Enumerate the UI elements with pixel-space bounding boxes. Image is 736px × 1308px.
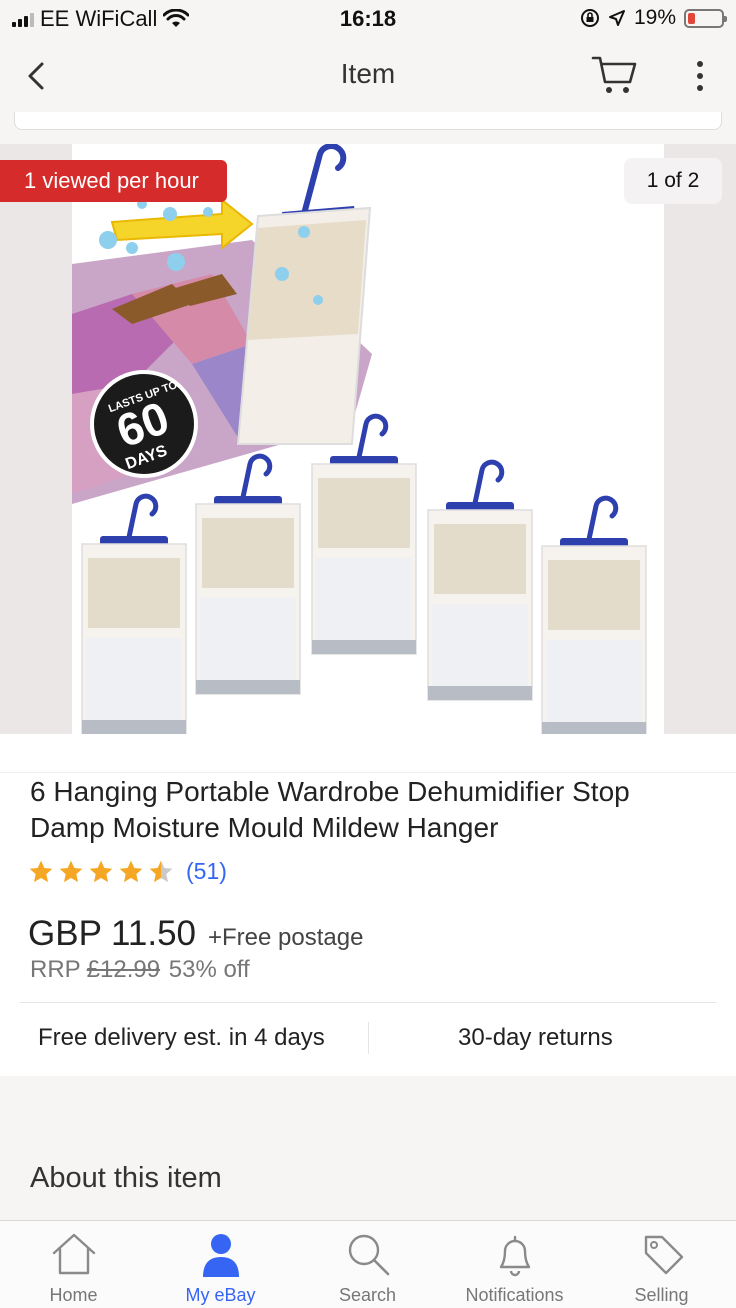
more-vertical-icon xyxy=(697,61,703,91)
rrp-price: £12.99 xyxy=(86,956,161,983)
divider xyxy=(20,1002,716,1003)
tab-my-ebay[interactable]: My eBay xyxy=(147,1221,294,1308)
location-icon xyxy=(608,10,625,26)
postage-info: +Free postage xyxy=(208,924,364,951)
dehumidifier-bag xyxy=(81,493,187,734)
image-page-counter: 1 of 2 xyxy=(624,158,722,204)
discount-label: 53% off xyxy=(168,956,250,983)
item-page: EE WiFiCall 16:18 19% Item LASTS UP TO 6… xyxy=(0,0,736,1308)
rotation-lock-icon xyxy=(580,9,599,27)
rating[interactable]: (51) xyxy=(28,858,227,885)
tab-notifications[interactable]: Notifications xyxy=(441,1221,588,1308)
search-bar-edge xyxy=(14,112,722,130)
views-badge: 1 viewed per hour xyxy=(0,160,227,202)
dehumidifier-bag xyxy=(311,413,417,655)
battery-percent: 19% xyxy=(633,6,676,29)
dehumidifier-bag xyxy=(427,459,533,701)
tab-home-label: Home xyxy=(49,1285,98,1305)
dehumidifier-bag xyxy=(541,495,647,734)
more-options-button[interactable] xyxy=(684,56,716,96)
tab-my-ebay-label: My eBay xyxy=(185,1285,256,1305)
status-bar: EE WiFiCall 16:18 19% xyxy=(0,0,736,40)
star-icon xyxy=(29,860,53,882)
tab-selling[interactable]: Selling xyxy=(588,1221,735,1308)
star-icon xyxy=(89,860,113,882)
bottom-tab-bar: Home My eBay Search Notifications Sellin… xyxy=(0,1220,736,1308)
review-count-link[interactable]: (51) xyxy=(186,858,227,885)
cart-button[interactable] xyxy=(590,52,640,98)
dehumidifier-bag xyxy=(195,453,301,695)
star-rating xyxy=(28,859,174,885)
rrp-row: RRP £12.99 53% off xyxy=(30,956,250,984)
star-icon xyxy=(149,860,173,882)
cart-icon xyxy=(591,56,637,93)
bell-icon xyxy=(499,1235,530,1277)
vertical-divider xyxy=(368,1022,369,1054)
bags-row xyxy=(81,413,647,734)
home-icon xyxy=(52,1233,95,1275)
item-details: 6 Hanging Portable Wardrobe Dehumidifier… xyxy=(0,734,736,1076)
tab-selling-label: Selling xyxy=(634,1285,689,1305)
person-icon xyxy=(202,1234,239,1277)
star-icon xyxy=(119,860,143,882)
item-title: 6 Hanging Portable Wardrobe Dehumidifier… xyxy=(30,776,630,843)
rrp-label: RRP xyxy=(30,956,81,983)
divider xyxy=(0,772,736,773)
tab-home[interactable]: Home xyxy=(0,1221,147,1308)
status-right: 19% xyxy=(580,6,727,30)
tab-notifications-label: Notifications xyxy=(465,1285,564,1305)
image-gallery[interactable]: LASTS UP TO 60 DAYS 1 viewed per hour 1 … xyxy=(0,144,736,734)
nav-bar: Item xyxy=(0,40,736,112)
tag-icon xyxy=(644,1235,683,1275)
battery-icon xyxy=(684,8,727,28)
returns-info[interactable]: 30-day returns xyxy=(458,1024,613,1052)
product-image[interactable]: LASTS UP TO 60 DAYS xyxy=(72,144,664,734)
search-icon xyxy=(348,1234,389,1276)
tab-search[interactable]: Search xyxy=(294,1221,441,1308)
about-heading: About this item xyxy=(30,1162,222,1194)
tab-search-label: Search xyxy=(338,1285,397,1305)
delivery-info[interactable]: Free delivery est. in 4 days xyxy=(38,1024,325,1052)
price-row: GBP 11.50 +Free postage xyxy=(28,914,363,954)
star-icon xyxy=(59,860,83,882)
item-price: GBP 11.50 xyxy=(28,914,196,953)
